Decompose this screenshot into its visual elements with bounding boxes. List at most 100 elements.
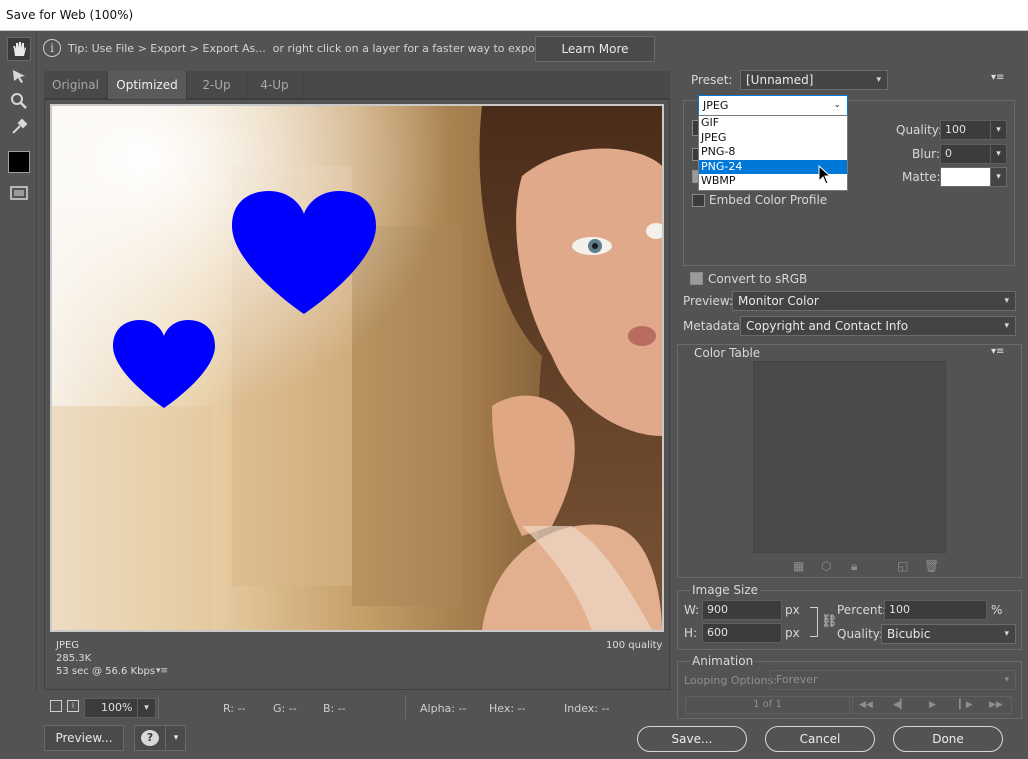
preview-setting-label: Preview: [683,294,734,308]
tab-optimized[interactable]: Optimized [108,71,187,99]
map-colors-icon[interactable]: ▦ [793,559,804,573]
tab-original[interactable]: Original [44,71,108,99]
window-title: Save for Web (100%) [0,0,1028,31]
new-color-icon[interactable]: ◱ [897,559,908,573]
animation-controls: ◀◀ ◀▎ ▶ ▎▶ ▶▶ [852,696,1012,714]
quality-value: 100 [945,123,966,136]
cancel-button[interactable]: Cancel [765,726,875,752]
toggle-slices-visibility-icon[interactable] [7,181,31,205]
width-input[interactable]: 900 [702,600,782,620]
file-format-select[interactable]: JPEG ⌄ [698,95,848,116]
chevron-down-icon: ▾ [165,726,186,750]
optimized-image-preview[interactable] [50,104,664,632]
green-readout: G: -- [273,702,297,715]
preset-select[interactable]: [Unnamed] ▾ [740,70,888,90]
hex-readout: Hex: -- [489,702,526,715]
web-shift-icon[interactable]: ⬡ [821,559,831,573]
embed-color-profile-label: Embed Color Profile [709,193,828,207]
eyedropper-color-swatch[interactable] [8,151,30,173]
previous-frame-icon[interactable]: ◀▎ [893,697,907,713]
chevron-down-icon: ▾ [990,145,1006,163]
hand-tool-icon[interactable] [7,37,31,61]
slice-select-tool-icon[interactable] [7,64,31,88]
eyedropper-tool-icon[interactable] [7,115,31,139]
percent-unit: % [991,603,1003,617]
chevron-down-icon: ▾ [1004,629,1009,639]
animation-title: Animation [690,654,756,668]
blur-input[interactable]: 0 ▾ [940,144,1007,164]
matte-color-select[interactable]: ▾ [940,167,1007,187]
metadata-value: Copyright and Contact Info [746,319,909,333]
blue-readout: B: -- [323,702,346,715]
width-label: W: [684,603,700,617]
image-format-status: JPEG [56,640,80,651]
looping-options-value: Forever [776,673,818,686]
format-option-png-8[interactable]: PNG-8 [699,145,847,160]
color-table-menu-icon[interactable]: ▾≡ [991,346,1004,357]
resample-quality-label: Quality: [837,627,884,641]
show-panels-toggle-icon[interactable] [50,700,62,712]
zoom-level-select[interactable]: 100% ▾ [84,698,156,718]
chevron-down-icon: ▾ [1004,321,1009,331]
width-unit: px [785,603,800,617]
resample-quality-select[interactable]: Bicubic ▾ [881,624,1016,644]
link-chain-icon[interactable]: ⛓︎ [821,614,838,629]
last-frame-icon[interactable]: ▶▶ [989,697,1003,713]
convert-srgb-label: Convert to sRGB [708,272,808,286]
preview-setting-select[interactable]: Monitor Color ▾ [732,291,1016,311]
quality-label: Quality: [896,123,943,137]
format-option-gif[interactable]: GIF [699,116,847,131]
convert-srgb-checkbox[interactable] [690,272,703,285]
format-option-jpeg[interactable]: JPEG [699,131,847,146]
metadata-select[interactable]: Copyright and Contact Info ▾ [740,316,1016,336]
red-readout: R: -- [223,702,246,715]
color-table-swatches[interactable] [753,361,946,553]
mouse-cursor-icon [818,165,832,185]
first-frame-icon[interactable]: ◀◀ [859,697,873,713]
matte-label: Matte: [902,170,941,184]
learn-more-button[interactable]: Learn More [535,36,655,62]
height-unit: px [785,626,800,640]
percent-input[interactable]: 100 [884,600,987,620]
color-table-title: Color Table [692,346,763,360]
tab-4-up[interactable]: 4-Up [247,71,303,99]
tip-bar: i Tip: Use File > Export > Export As... … [38,33,670,65]
tool-strip [0,31,37,691]
zoom-level-toggle-icon[interactable]: i [67,700,79,712]
alpha-readout: Alpha: -- [420,702,467,715]
tab-2-up[interactable]: 2-Up [187,71,247,99]
download-time-status: 53 sec @ 56.6 Kbps [56,666,156,677]
done-button[interactable]: Done [893,726,1003,752]
height-input[interactable]: 600 [702,623,782,643]
zoom-level-value: 100% [101,701,133,714]
chevron-down-icon: ▾ [1004,675,1009,685]
next-frame-icon[interactable]: ▎▶ [959,697,973,713]
image-size-status: 285.3K [56,653,92,664]
height-label: H: [684,626,698,640]
file-format-value: JPEG [703,99,729,112]
save-button[interactable]: Save... [637,726,747,752]
looping-options-label: Looping Options: [684,674,778,687]
optimize-menu-icon[interactable]: ▾≡ [991,72,1004,83]
play-icon[interactable]: ▶ [929,697,936,713]
embed-color-profile-checkbox[interactable] [692,194,705,207]
zoom-tool-icon[interactable] [7,89,31,113]
lock-icon[interactable]: 🔒︎ [851,559,857,574]
image-size-title: Image Size [690,583,761,597]
resample-quality-value: Bicubic [887,627,931,641]
quality-input[interactable]: 100 ▾ [940,120,1007,140]
looping-options-select[interactable]: Forever ▾ [770,670,1016,690]
chevron-down-icon: ▾ [137,699,155,717]
info-icon: i [43,39,61,57]
browser-preview-button[interactable]: ? ▾ [134,725,186,751]
frame-counter: 1 of 1 [685,696,850,714]
percent-label: Percent: [837,603,887,617]
preset-label: Preset: [691,73,733,87]
preset-value: [Unnamed] [746,73,814,87]
preview-button[interactable]: Preview... [44,725,124,751]
status-menu-icon[interactable]: ▾≡ [156,666,168,676]
chevron-down-icon: ⌄ [833,100,841,110]
help-browser-icon: ? [141,730,159,746]
trash-icon[interactable]: 🗑︎ [924,559,939,573]
view-tabs: Original Optimized 2-Up 4-Up [44,71,670,99]
